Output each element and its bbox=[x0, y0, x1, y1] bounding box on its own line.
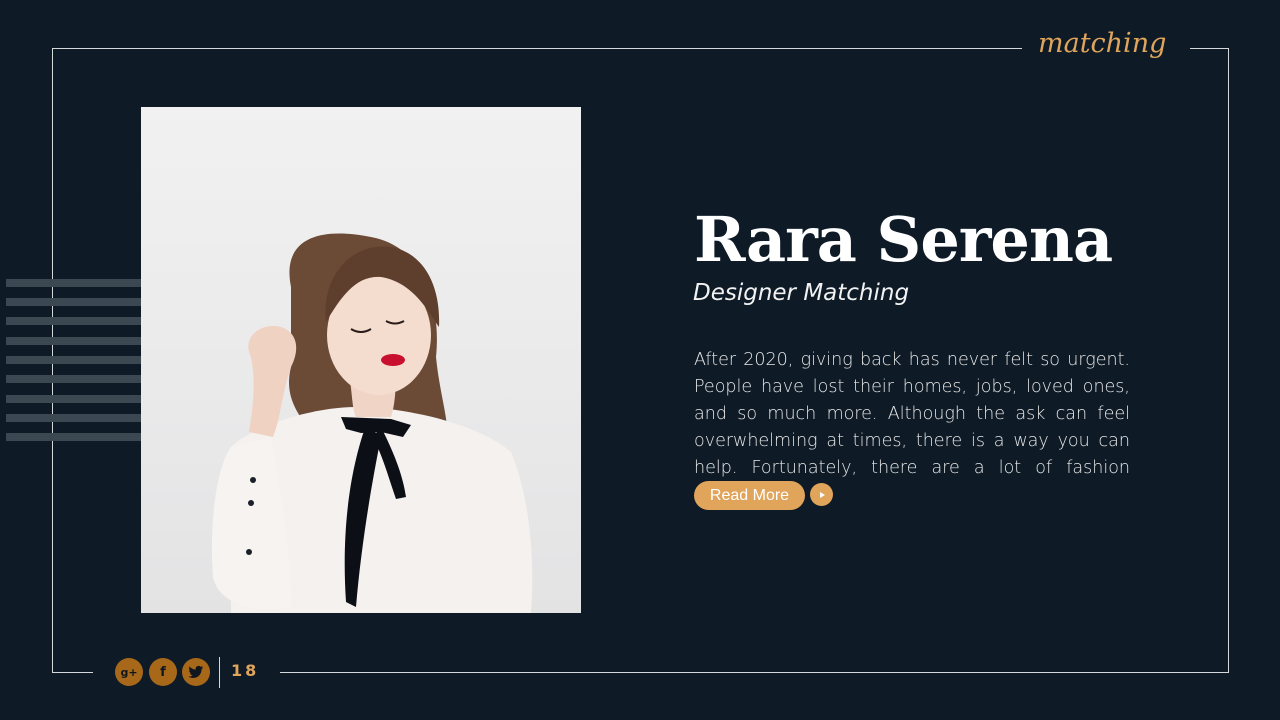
google-plus-icon[interactable]: g+ bbox=[115, 658, 143, 686]
play-button[interactable] bbox=[810, 483, 833, 506]
frame-line-right bbox=[1228, 48, 1229, 673]
decorative-stripes bbox=[6, 279, 142, 444]
person-role: Designer Matching bbox=[693, 280, 910, 306]
frame-line-bottom-right bbox=[280, 672, 1229, 673]
google-plus-label: g+ bbox=[120, 665, 138, 679]
frame-line-top-right bbox=[1190, 48, 1229, 49]
person-name: Rara Serena bbox=[694, 203, 1113, 276]
brand-script-logo: matching bbox=[1038, 28, 1166, 59]
frame-line-top bbox=[52, 48, 1022, 49]
play-icon bbox=[819, 491, 825, 498]
facebook-icon[interactable]: f bbox=[149, 658, 177, 686]
twitter-icon[interactable] bbox=[182, 658, 210, 686]
read-more-button[interactable]: Read More bbox=[694, 481, 805, 510]
page-number-divider bbox=[219, 657, 220, 688]
twitter-bird-icon bbox=[188, 665, 203, 678]
frame-line-bottom-left bbox=[52, 672, 93, 673]
facebook-label: f bbox=[160, 664, 166, 680]
svg-text:matching: matching bbox=[1038, 28, 1166, 59]
page-number: 18 bbox=[231, 661, 260, 680]
portrait-photo bbox=[141, 107, 581, 613]
